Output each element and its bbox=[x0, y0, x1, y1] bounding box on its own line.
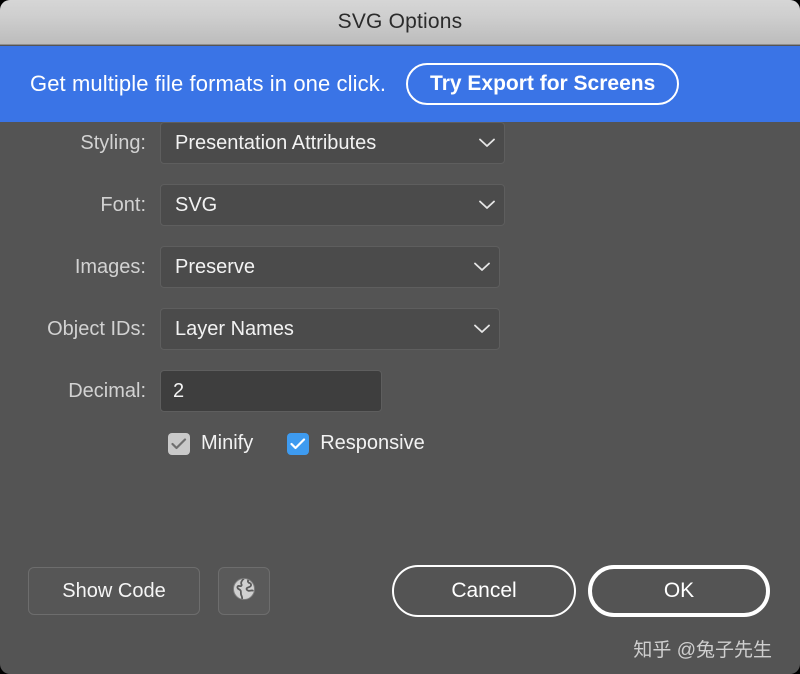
decimal-label: Decimal: bbox=[0, 380, 160, 403]
minify-checkbox[interactable]: Minify bbox=[168, 432, 253, 455]
try-export-for-screens-button[interactable]: Try Export for Screens bbox=[406, 63, 679, 105]
form-row-images: Images: Preserve bbox=[0, 246, 800, 288]
styling-select[interactable]: Presentation Attributes bbox=[160, 122, 505, 164]
checkmark-icon bbox=[287, 433, 309, 455]
form-row-font: Font: SVG bbox=[0, 184, 800, 226]
checkmark-icon bbox=[168, 433, 190, 455]
dialog-title: SVG Options bbox=[338, 10, 463, 34]
options-form: Styling: Presentation Attributes Font: S… bbox=[0, 122, 800, 552]
promo-banner: Get multiple file formats in one click. … bbox=[0, 46, 800, 122]
form-row-decimal: Decimal: 2 bbox=[0, 370, 800, 412]
svg-options-dialog: SVG Options Get multiple file formats in… bbox=[0, 0, 800, 674]
object-ids-label: Object IDs: bbox=[0, 318, 160, 341]
dialog-titlebar: SVG Options bbox=[0, 0, 800, 45]
checkbox-row: Minify Responsive bbox=[168, 432, 800, 455]
images-select[interactable]: Preserve bbox=[160, 246, 500, 288]
responsive-checkbox[interactable]: Responsive bbox=[287, 432, 425, 455]
cancel-button[interactable]: Cancel bbox=[392, 565, 576, 617]
globe-icon bbox=[231, 576, 257, 607]
watermark: 知乎 @兔子先生 bbox=[633, 635, 772, 662]
chevron-down-icon bbox=[470, 122, 504, 164]
chevron-down-icon bbox=[470, 184, 504, 226]
styling-label: Styling: bbox=[0, 132, 160, 155]
font-select[interactable]: SVG bbox=[160, 184, 505, 226]
images-select-value: Preserve bbox=[161, 256, 465, 279]
decimal-input[interactable]: 2 bbox=[160, 370, 382, 412]
form-row-styling: Styling: Presentation Attributes bbox=[0, 122, 800, 164]
show-code-button[interactable]: Show Code bbox=[28, 567, 200, 615]
form-row-object-ids: Object IDs: Layer Names bbox=[0, 308, 800, 350]
responsive-label: Responsive bbox=[320, 432, 425, 455]
minify-label: Minify bbox=[201, 432, 253, 455]
dialog-footer: Show Code Cancel OK 知乎 @兔子先生 bbox=[0, 552, 800, 674]
font-select-value: SVG bbox=[161, 194, 470, 217]
styling-select-value: Presentation Attributes bbox=[161, 132, 470, 155]
font-label: Font: bbox=[0, 194, 160, 217]
ok-button[interactable]: OK bbox=[588, 565, 770, 617]
chevron-down-icon bbox=[465, 308, 499, 350]
promo-banner-message: Get multiple file formats in one click. bbox=[30, 71, 386, 97]
globe-button[interactable] bbox=[218, 567, 270, 615]
chevron-down-icon bbox=[465, 246, 499, 288]
object-ids-select[interactable]: Layer Names bbox=[160, 308, 500, 350]
object-ids-select-value: Layer Names bbox=[161, 318, 465, 341]
images-label: Images: bbox=[0, 256, 160, 279]
